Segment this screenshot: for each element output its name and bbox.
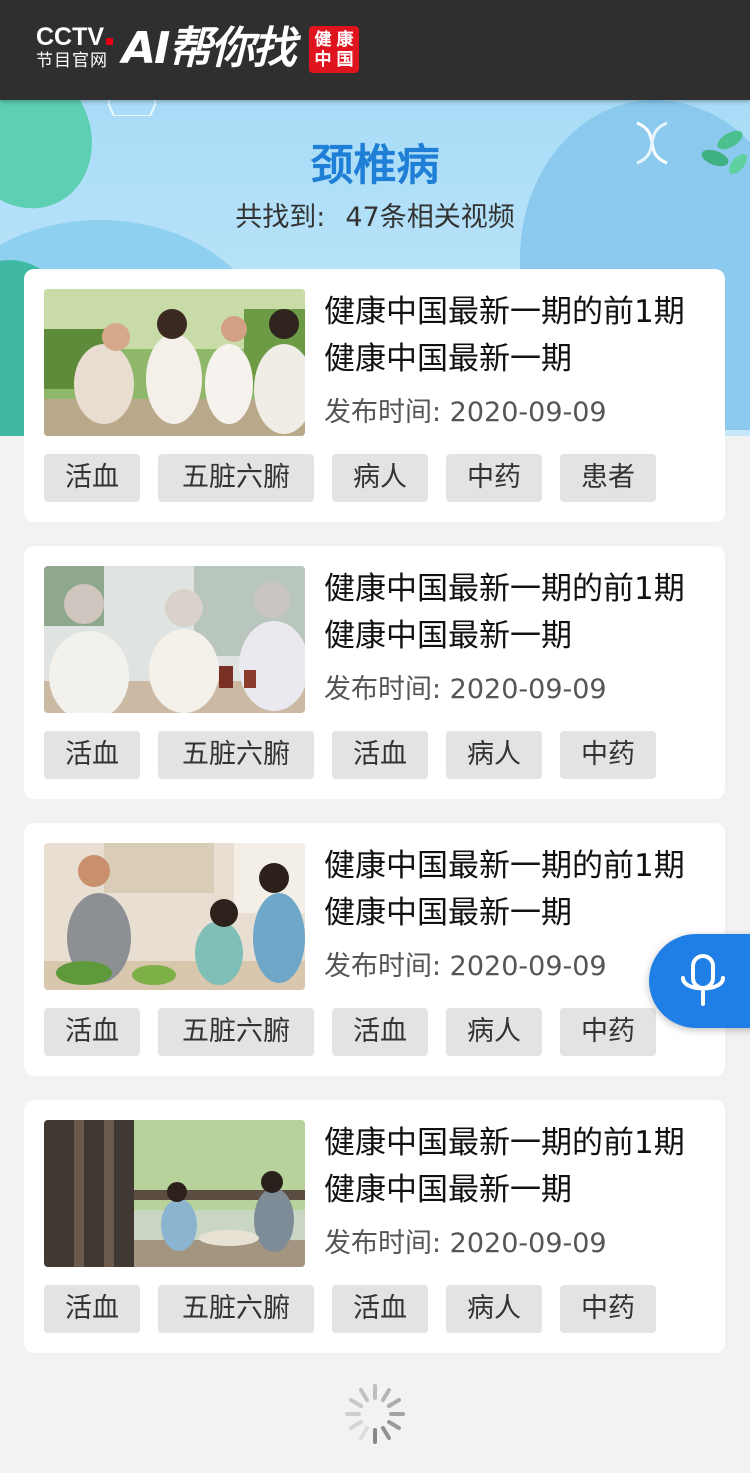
search-keyword-title: 颈椎病 — [310, 141, 440, 191]
health-china-seal-logo: 健 康 中 国 — [309, 26, 359, 73]
result-count-value: 47条相关视频 — [345, 202, 515, 233]
video-result-card[interactable]: 健康中国最新一期的前1期健康中国最新一期 发布时间: 2020-09-09 活血… — [24, 823, 725, 1076]
cctv-logo-dot — [106, 38, 114, 45]
tag-chip[interactable]: 活血 — [44, 731, 140, 779]
cctv-logo-text: CCTV — [36, 23, 105, 51]
tag-chip[interactable]: 活血 — [332, 1008, 428, 1056]
result-count-prefix: 共找到: — [235, 202, 326, 233]
video-thumbnail[interactable] — [44, 289, 305, 436]
tag-chip[interactable]: 活血 — [332, 1285, 428, 1333]
video-thumbnail[interactable] — [44, 566, 305, 713]
tag-list: 活血 五脏六腑 活血 病人 中药 — [44, 1008, 674, 1056]
cctv-logo[interactable]: CCTV 节目官网 — [36, 23, 114, 71]
tag-list: 活血 五脏六腑 活血 病人 中药 — [44, 1285, 674, 1333]
seal-char: 康 — [336, 29, 354, 50]
publish-date: 发布时间: 2020-09-09 — [324, 1228, 607, 1259]
tag-chip[interactable]: 活血 — [44, 454, 140, 502]
elderly-dining-photo — [44, 566, 305, 713]
video-result-card[interactable]: 健康中国最新一期的前1期健康中国最新一期 发布时间: 2020-09-09 活血… — [24, 1100, 725, 1353]
video-result-card[interactable]: 健康中国最新一期的前1期健康中国最新一期 发布时间: 2020-09-09 活血… — [24, 269, 725, 522]
top-bar: CCTV 节目官网 AI帮你找 健 康 中 国 — [0, 0, 750, 100]
publish-date: 发布时间: 2020-09-09 — [324, 397, 607, 428]
loading-spinner-icon — [345, 1384, 405, 1444]
family-outdoor-photo — [44, 289, 305, 436]
seal-char: 健 — [314, 29, 332, 50]
cctv-logo-subtitle: 节目官网 — [36, 51, 108, 71]
tag-chip[interactable]: 五脏六腑 — [158, 1008, 314, 1056]
publish-date: 发布时间: 2020-09-09 — [324, 674, 607, 705]
tag-chip[interactable]: 五脏六腑 — [158, 454, 314, 502]
tag-chip[interactable]: 病人 — [446, 1285, 542, 1333]
video-title[interactable]: 健康中国最新一期的前1期健康中国最新一期 — [324, 289, 714, 383]
tag-chip[interactable]: 中药 — [560, 1285, 656, 1333]
tag-chip[interactable]: 活血 — [44, 1285, 140, 1333]
tag-chip[interactable]: 活血 — [332, 731, 428, 779]
tag-chip[interactable]: 病人 — [446, 1008, 542, 1056]
tag-chip[interactable]: 中药 — [446, 454, 542, 502]
tag-chip[interactable]: 五脏六腑 — [158, 731, 314, 779]
seal-char: 中 — [314, 49, 332, 70]
hexagon-decor-icon — [108, 100, 156, 116]
tag-chip[interactable]: 活血 — [44, 1008, 140, 1056]
tag-chip[interactable]: 病人 — [446, 731, 542, 779]
tag-chip[interactable]: 中药 — [560, 731, 656, 779]
family-kitchen-photo — [44, 843, 305, 990]
video-result-card[interactable]: 健康中国最新一期的前1期健康中国最新一期 发布时间: 2020-09-09 活血… — [24, 546, 725, 799]
video-title[interactable]: 健康中国最新一期的前1期健康中国最新一期 — [324, 566, 714, 660]
video-thumbnail[interactable] — [44, 1120, 305, 1267]
publish-date: 发布时间: 2020-09-09 — [324, 951, 607, 982]
video-thumbnail[interactable] — [44, 843, 305, 990]
voice-search-button[interactable] — [649, 934, 750, 1028]
tag-list: 活血 五脏六腑 病人 中药 患者 — [44, 454, 674, 502]
app-name-logo: AI帮你找 — [122, 23, 296, 74]
video-title[interactable]: 健康中国最新一期的前1期健康中国最新一期 — [324, 843, 714, 937]
seal-char: 国 — [336, 49, 354, 70]
video-title[interactable]: 健康中国最新一期的前1期健康中国最新一期 — [324, 1120, 714, 1214]
tag-chip[interactable]: 中药 — [560, 1008, 656, 1056]
tag-list: 活血 五脏六腑 活血 病人 中药 — [44, 731, 674, 779]
tag-chip[interactable]: 病人 — [332, 454, 428, 502]
family-balcony-photo — [44, 1120, 305, 1267]
tag-chip[interactable]: 患者 — [560, 454, 656, 502]
result-count: 共找到: 47条相关视频 — [0, 200, 750, 236]
microphone-icon — [681, 954, 725, 1006]
tag-chip[interactable]: 五脏六腑 — [158, 1285, 314, 1333]
